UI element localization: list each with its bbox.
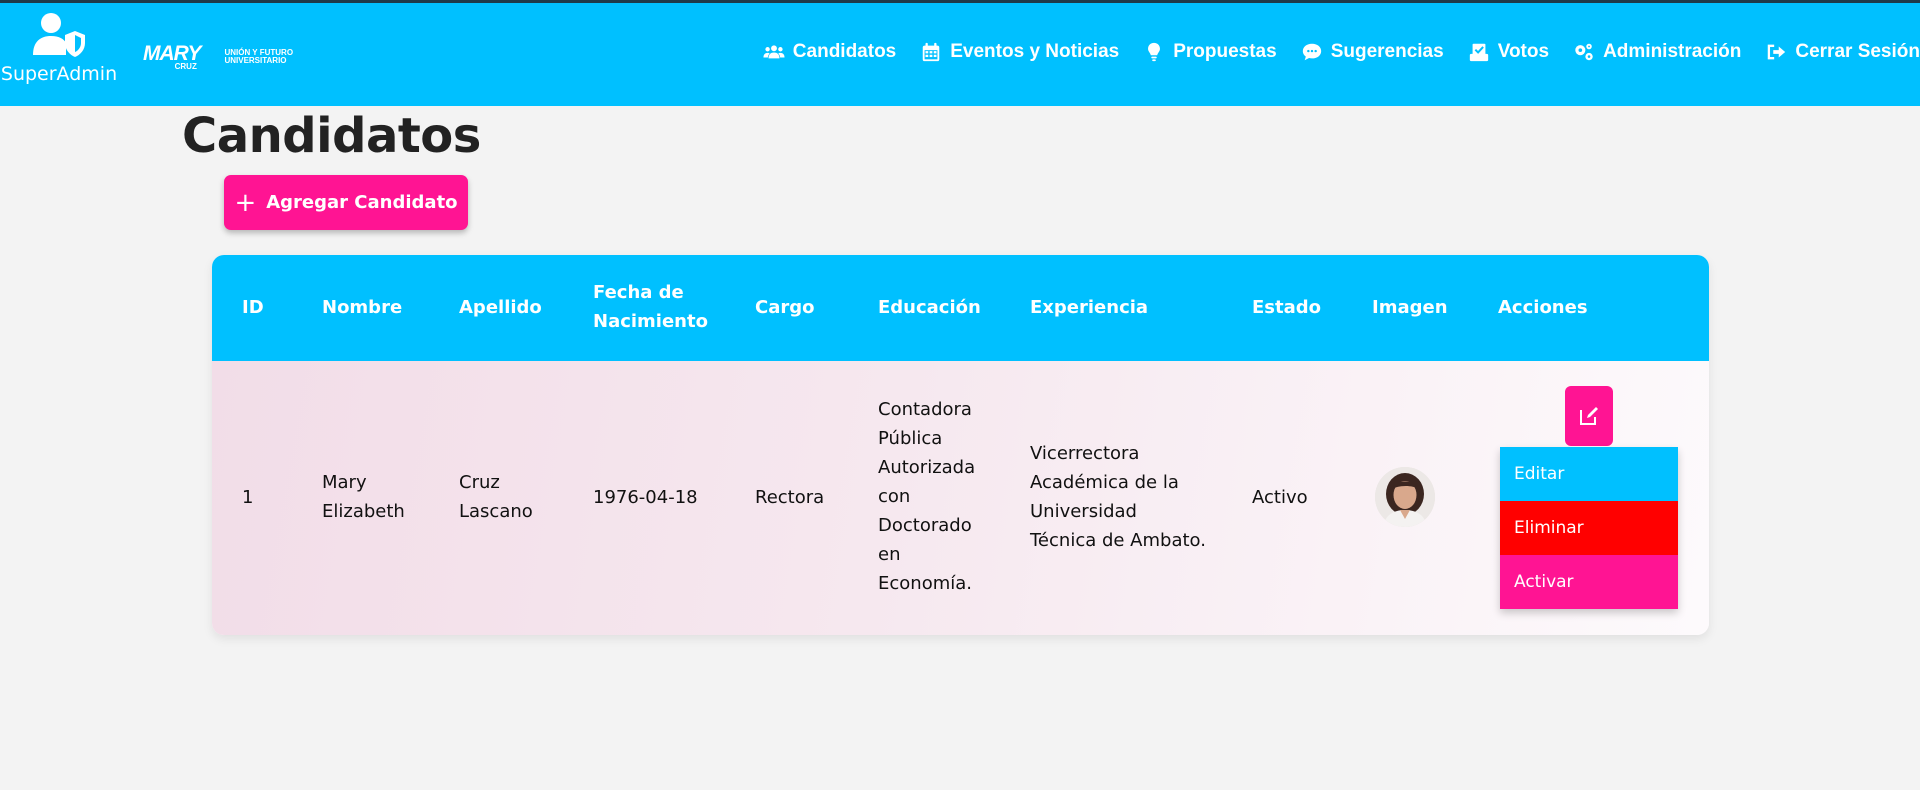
cell-experiencia-line: Vicerrectora [1030, 443, 1140, 464]
cell-experiencia: Vicerrectora Académica de la Universidad… [1030, 439, 1206, 555]
logo-tagline-2: UNIVERSITARIO [224, 56, 287, 65]
cell-fecha: 1976-04-18 [593, 487, 698, 508]
cell-experiencia-line: Universidad [1030, 501, 1137, 522]
edit-actions-button[interactable] [1565, 386, 1613, 446]
col-header-cargo: Cargo [755, 297, 815, 318]
nav-label-eventos: Eventos y Noticias [950, 41, 1120, 62]
mary-cruz-logo: MARY CRUZ UNIÓN Y FUTURO UNIVERSITARIO [143, 43, 293, 71]
col-header-acciones: Acciones [1498, 297, 1588, 318]
nav-label-administracion: Administración [1603, 41, 1742, 62]
col-header-fecha: Fecha de Nacimiento [593, 278, 708, 336]
nav-item-candidatos[interactable]: Candidatos [763, 41, 896, 63]
col-header-nombre: Nombre [322, 297, 403, 318]
nav-label-sugerencias: Sugerencias [1330, 41, 1444, 62]
cell-apellido-line1: Cruz [459, 472, 500, 493]
col-header-fecha-line1: Fecha de [593, 282, 684, 303]
col-header-imagen: Imagen [1372, 297, 1448, 318]
cell-apellido-line2: Lascano [459, 501, 533, 522]
nav-item-sugerencias[interactable]: Sugerencias [1301, 41, 1444, 63]
page-title: Candidatos [182, 108, 481, 164]
cell-cargo: Rectora [755, 487, 825, 508]
menu-item-activar[interactable]: Activar [1500, 555, 1678, 609]
actions-dropdown: Editar Eliminar Activar [1500, 447, 1678, 609]
nav-label-cerrar-sesion: Cerrar Sesión [1795, 41, 1920, 62]
cell-educacion-line: Economía. [878, 573, 972, 594]
col-header-fecha-line2: Nacimiento [593, 311, 708, 332]
cell-id: 1 [242, 487, 254, 508]
cell-educacion-line: con [878, 486, 911, 507]
cell-nombre: Mary Elizabeth [322, 468, 405, 526]
main-nav: Candidatos Eventos y Noticias Propuestas [739, 41, 1920, 63]
top-navbar: SuperAdmin MARY CRUZ UNIÓN Y FUTURO UNIV… [0, 0, 1920, 106]
cell-experiencia-line: Técnica de Ambato. [1030, 530, 1206, 551]
nav-label-propuestas: Propuestas [1173, 41, 1277, 62]
menu-item-editar[interactable]: Editar [1500, 447, 1678, 501]
cell-educacion: Contadora Pública Autorizada con Doctora… [878, 395, 975, 598]
users-icon [763, 45, 785, 59]
col-header-estado: Estado [1252, 297, 1322, 318]
candidates-table: ID Nombre Apellido Fecha de Nacimiento C… [212, 255, 1709, 635]
nav-label-candidatos: Candidatos [792, 41, 897, 62]
calendar-icon [923, 42, 940, 62]
user-shield-icon [33, 13, 85, 57]
gears-icon [1575, 43, 1593, 61]
vote-icon [1469, 43, 1488, 62]
nav-item-cerrar-sesion[interactable]: Cerrar Sesión [1765, 41, 1920, 63]
menu-item-eliminar[interactable]: Eliminar [1500, 501, 1678, 555]
edit-icon [1580, 407, 1598, 425]
superadmin-brand[interactable]: SuperAdmin [0, 11, 118, 85]
nav-label-votos: Votos [1497, 41, 1550, 62]
col-header-id: ID [242, 297, 264, 318]
cell-apellido: Cruz Lascano [459, 468, 533, 526]
nav-item-eventos[interactable]: Eventos y Noticias [920, 41, 1119, 63]
cell-nombre-line1: Mary [322, 472, 367, 493]
candidate-photo [1375, 467, 1435, 527]
chat-icon [1302, 43, 1321, 61]
table-header: ID Nombre Apellido Fecha de Nacimiento C… [212, 255, 1709, 361]
cell-estado: Activo [1252, 487, 1308, 508]
superadmin-label: SuperAdmin [0, 63, 118, 85]
cell-educacion-line: Contadora [878, 399, 972, 420]
nav-item-administracion[interactable]: Administración [1573, 41, 1741, 63]
cell-experiencia-line: Académica de la [1030, 472, 1179, 493]
candidate-avatar [1375, 467, 1435, 527]
cell-educacion-line: Doctorado [878, 515, 972, 536]
nav-item-votos[interactable]: Votos [1468, 41, 1549, 63]
lightbulb-icon [1148, 42, 1161, 62]
col-header-experiencia: Experiencia [1030, 297, 1149, 318]
table-row: 1 Mary Elizabeth Cruz Lascano 1976-04-18… [212, 361, 1709, 635]
cell-educacion-line: en [878, 544, 901, 565]
plus-icon: + [234, 187, 257, 218]
logo-wordmark: MARY CRUZ [143, 42, 201, 71]
col-header-apellido: Apellido [459, 297, 542, 318]
logo-sub-text: CRUZ [174, 62, 197, 71]
cell-nombre-line2: Elizabeth [322, 501, 405, 522]
nav-item-propuestas[interactable]: Propuestas [1143, 41, 1277, 63]
logo-tagline: UNIÓN Y FUTURO UNIVERSITARIO [224, 48, 293, 66]
logout-icon [1768, 44, 1786, 60]
add-candidate-label: Agregar Candidato [266, 192, 458, 213]
cell-educacion-line: Autorizada [878, 457, 976, 478]
cell-educacion-line: Pública [878, 428, 943, 449]
col-header-educacion: Educación [878, 297, 981, 318]
add-candidate-button[interactable]: + Agregar Candidato [224, 175, 468, 230]
logo-main-text: MARY [143, 42, 201, 65]
